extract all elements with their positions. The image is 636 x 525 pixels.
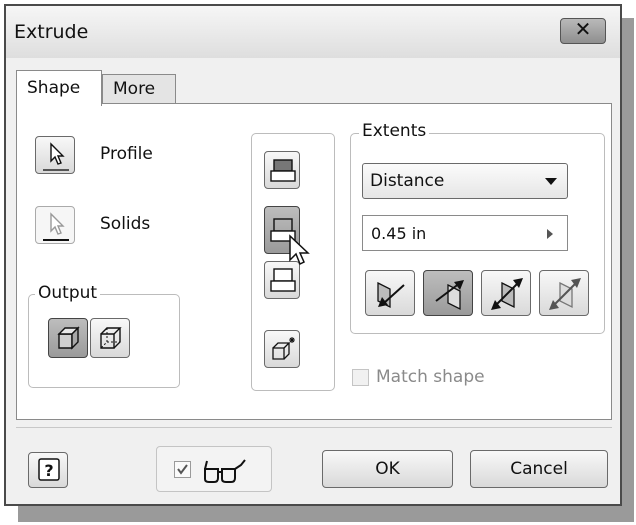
solids-label: Solids	[100, 214, 151, 234]
checkmark-icon	[177, 464, 188, 475]
footer-divider	[16, 427, 612, 428]
tab-shape[interactable]: Shape	[16, 70, 102, 106]
extents-group: Extents Distance 0.45 in	[350, 121, 605, 334]
close-icon: ✕	[574, 17, 592, 41]
tab-more-label: More	[113, 79, 156, 99]
direction-2-button[interactable]	[423, 270, 473, 316]
surface-cube-icon	[100, 327, 122, 349]
symmetric-icon	[491, 278, 523, 310]
direction-flip-icon	[377, 281, 405, 309]
solid-cube-icon	[57, 326, 80, 350]
chevron-right-icon[interactable]	[547, 229, 553, 239]
shape-panel: Profile Solids Output Extents Distance 0…	[16, 103, 612, 420]
new-solid-icon	[272, 337, 295, 360]
select-arrow-icon	[43, 142, 69, 171]
join-button[interactable]	[264, 151, 300, 189]
profile-label: Profile	[100, 144, 153, 164]
solids-select-button[interactable]	[35, 206, 75, 244]
solid-output-button[interactable]	[48, 318, 88, 358]
select-arrow-icon	[43, 212, 69, 241]
distance-input[interactable]: 0.45 in	[362, 215, 568, 251]
preview-toggle-button[interactable]	[156, 446, 272, 492]
operations-group	[251, 133, 335, 391]
direction-1-button[interactable]	[365, 270, 415, 316]
title-bar[interactable]: Extrude ✕	[6, 6, 620, 58]
extents-legend: Extents	[359, 121, 430, 141]
output-legend: Output	[35, 283, 101, 303]
asymmetric-button[interactable]	[539, 270, 589, 316]
preview-checkbox[interactable]	[174, 461, 191, 478]
help-button[interactable]: ?	[28, 452, 68, 488]
chevron-down-icon	[545, 178, 557, 185]
mouse-cursor-icon	[289, 234, 310, 266]
profile-select-button[interactable]	[35, 136, 75, 174]
tab-shape-label: Shape	[27, 78, 81, 98]
close-button[interactable]: ✕	[560, 17, 606, 44]
extents-type-value: Distance	[370, 171, 445, 191]
extrude-dialog: Extrude ✕ Shape More Profile Solids Outp…	[4, 4, 622, 506]
join-icon	[270, 159, 296, 182]
match-shape-checkbox[interactable]	[352, 369, 369, 386]
glasses-icon	[204, 459, 246, 483]
tab-more[interactable]: More	[102, 74, 176, 104]
new-solid-button[interactable]	[264, 330, 300, 368]
extents-type-dropdown[interactable]: Distance	[362, 163, 568, 199]
direction-default-icon	[435, 280, 464, 311]
match-shape-label: Match shape	[376, 367, 485, 387]
svg-text:?: ?	[44, 461, 53, 480]
ok-label: OK	[375, 459, 400, 479]
distance-value: 0.45 in	[371, 224, 427, 243]
help-icon: ?	[38, 458, 60, 481]
asymmetric-icon	[549, 278, 581, 310]
symmetric-button[interactable]	[481, 270, 531, 316]
ok-button[interactable]: OK	[322, 450, 453, 488]
cancel-button[interactable]: Cancel	[470, 450, 608, 488]
output-group: Output	[28, 283, 180, 388]
surface-output-button[interactable]	[90, 318, 130, 358]
dialog-title: Extrude	[14, 21, 89, 43]
cancel-label: Cancel	[510, 459, 568, 479]
